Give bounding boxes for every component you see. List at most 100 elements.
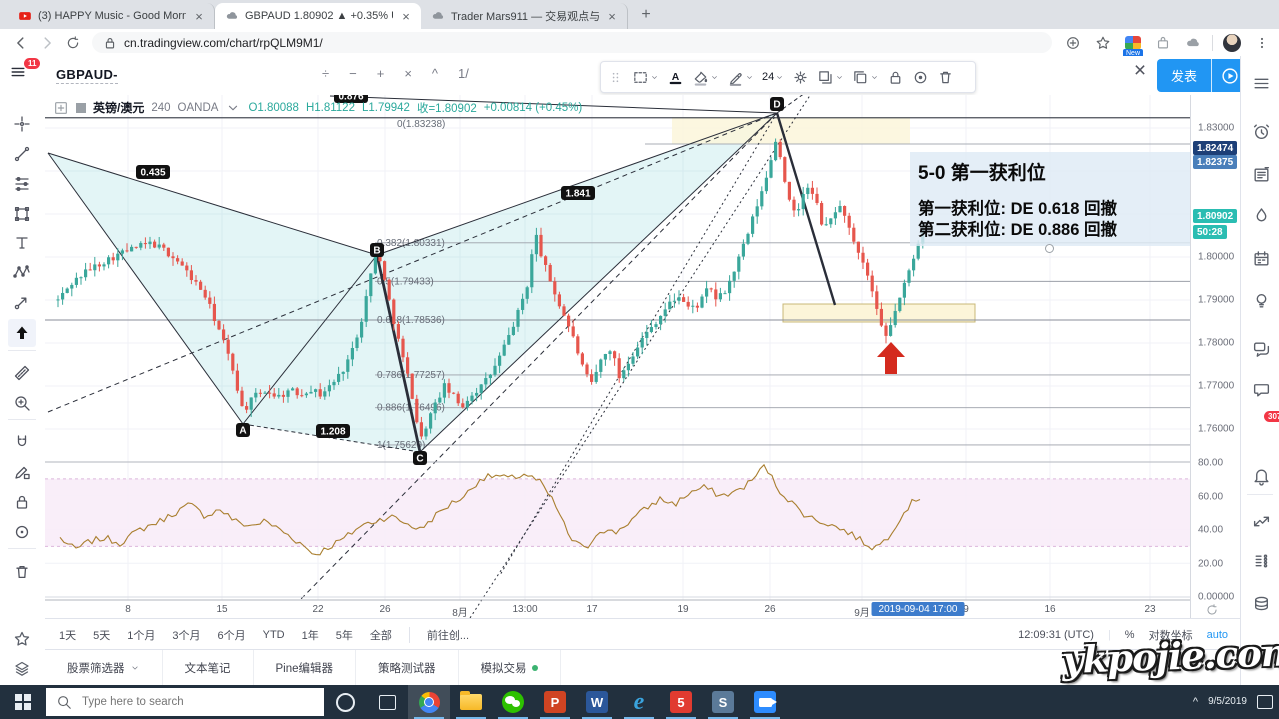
back-button[interactable] [8, 32, 34, 54]
taskbar-appS-icon[interactable]: S [702, 685, 744, 719]
chats-icon[interactable] [1248, 336, 1274, 362]
symbol-info-row[interactable]: 英镑/澳元 240 OANDA O1.80088 H1.81122 L1.799… [53, 99, 582, 116]
zoom-in-icon[interactable] [8, 389, 36, 417]
tab-tradingview-profile[interactable]: Trader Mars911 — 交易观点与趋× [421, 3, 628, 29]
time-axis[interactable]: 81522268月13:001719269月916232019-09-04 17… [45, 602, 1190, 618]
avatar[interactable] [1219, 32, 1245, 54]
chart-area[interactable]: 0(1.83238)0.382(1.80331)0.5(1.79433)0.61… [45, 95, 1190, 618]
address-bar[interactable]: cn.tradingview.com/chart/rpQLM9M1/ [92, 32, 1052, 53]
chart-style-icon[interactable] [76, 103, 86, 113]
watchlist-icon[interactable] [1248, 161, 1274, 187]
symbol-search-input[interactable]: GBPAUD- [56, 67, 118, 84]
tab-close-icon[interactable]: × [399, 10, 413, 23]
taskbar-word-icon[interactable]: W [576, 685, 618, 719]
taskbar-date[interactable]: 9/5/2019 [1208, 696, 1247, 708]
lock-small-icon[interactable] [885, 67, 906, 88]
target-icon[interactable] [910, 67, 931, 88]
symbol-name[interactable]: 英镑/澳元 [93, 99, 144, 116]
goto-date-button[interactable]: 前往创... [427, 627, 469, 643]
taskbar-app5-icon[interactable]: 5 [660, 685, 702, 719]
taskbar-wechat-icon[interactable] [492, 685, 534, 719]
stack-icon[interactable] [815, 67, 846, 88]
url-text[interactable]: cn.tradingview.com/chart/rpQLM9M1/ [124, 36, 323, 50]
lock-all-icon[interactable] [8, 488, 36, 516]
range-1年[interactable]: 1年 [302, 627, 319, 643]
bell-icon[interactable] [1248, 463, 1274, 489]
trash-icon[interactable] [8, 558, 36, 586]
shapes-icon[interactable] [8, 200, 36, 228]
panel-menu-icon[interactable] [1248, 70, 1274, 96]
grip-icon[interactable] [605, 67, 626, 88]
range-6个月[interactable]: 6个月 [218, 627, 246, 643]
new-tab-button[interactable]: + [634, 3, 658, 27]
price-badge[interactable]: 1.82474 [1193, 141, 1237, 155]
fib-retracement-icon[interactable] [8, 170, 36, 198]
reload-button[interactable] [60, 32, 86, 54]
trade-panel-icon[interactable] [1248, 508, 1274, 534]
tab-close-icon[interactable]: × [605, 10, 619, 23]
symbol-math-ops[interactable]: ÷−+×^1/ [322, 66, 469, 81]
dash-rect-icon[interactable] [630, 67, 661, 88]
task-view-button[interactable] [366, 685, 408, 719]
gear-icon[interactable] [790, 67, 811, 88]
circle-plus-icon[interactable] [1060, 32, 1086, 54]
math-op-÷[interactable]: ÷ [322, 66, 329, 81]
taskbar-search[interactable] [46, 688, 324, 716]
bookmark-star-icon[interactable] [1090, 32, 1116, 54]
panel-文本笔记[interactable]: 文本笔记 [163, 650, 254, 686]
range-1天[interactable]: 1天 [59, 627, 76, 643]
start-button[interactable] [0, 685, 46, 719]
star-icon[interactable] [8, 625, 36, 653]
idea-bulb-icon[interactable] [1248, 287, 1274, 313]
math-op-+[interactable]: + [377, 66, 385, 81]
taskbar-edge-icon[interactable]: e [618, 685, 660, 719]
notification-center-icon[interactable] [1257, 695, 1273, 709]
search-input[interactable] [80, 695, 284, 709]
xabcd-pattern-icon[interactable] [8, 258, 36, 286]
annotation-resize-handle[interactable] [1045, 244, 1054, 253]
hide-all-icon[interactable] [8, 518, 36, 546]
alarm-clock-icon[interactable] [1248, 118, 1274, 144]
math-op-×[interactable]: × [404, 66, 412, 81]
forecast-icon[interactable] [8, 289, 36, 317]
trend-line-icon[interactable] [8, 140, 36, 168]
coins-icon[interactable] [1248, 590, 1274, 616]
exchange-value[interactable]: OANDA [178, 102, 219, 114]
range-YTD[interactable]: YTD [263, 629, 285, 641]
extension-icon[interactable] [1150, 32, 1176, 54]
price-scale[interactable]: 1.830001.800001.790001.780001.770001.760… [1190, 95, 1241, 618]
marker-icon[interactable] [725, 67, 756, 88]
taskbar-explorer-icon[interactable] [450, 685, 492, 719]
panel-股票筛选器[interactable]: 股票筛选器 [45, 650, 163, 686]
text-tool-icon[interactable] [8, 229, 36, 257]
fill-bucket-icon[interactable] [690, 67, 721, 88]
chat-icon[interactable] [1248, 376, 1274, 402]
crosshair-icon[interactable] [8, 110, 36, 138]
kebab-menu-icon[interactable] [1249, 32, 1275, 54]
panel-策略测试器[interactable]: 策略测试器 [356, 650, 459, 686]
drawing-edit-lock-icon[interactable] [8, 458, 36, 486]
range-3个月[interactable]: 3个月 [172, 627, 200, 643]
chevron-down-icon[interactable] [225, 100, 241, 116]
tray-chevron-up-icon[interactable]: ^ [1193, 696, 1198, 708]
publish-button[interactable]: 发表 [1157, 59, 1211, 92]
extension-colored-icon[interactable]: New [1120, 32, 1146, 54]
cloud-sync-icon[interactable] [1180, 32, 1206, 54]
calendar-icon[interactable] [1248, 245, 1274, 271]
hotlists-icon[interactable] [1248, 202, 1274, 228]
trash-icon[interactable] [935, 67, 956, 88]
taskbar-zoom-icon[interactable] [744, 685, 786, 719]
price-badge[interactable]: 1.80902 [1193, 209, 1237, 223]
text-annotation-box[interactable]: 5-0 第一获利位 第一获利位: DE 0.618 回撤 第二获利位: DE 0… [910, 152, 1190, 246]
math-op-^[interactable]: ^ [432, 66, 438, 81]
interval-value[interactable]: 240 [151, 102, 170, 114]
range-5天[interactable]: 5天 [93, 627, 110, 643]
forward-button[interactable] [34, 32, 60, 54]
price-badge[interactable]: 1.82375 [1193, 155, 1237, 169]
panel-模拟交易[interactable]: 模拟交易 [459, 650, 561, 686]
tab-tradingview-chart[interactable]: GBPAUD 1.80902 ▲ +0.35% Unn× [215, 3, 421, 29]
ruler-icon[interactable] [8, 359, 36, 387]
text-color-icon[interactable]: A [665, 67, 686, 88]
arrow-marker-icon[interactable] [8, 319, 36, 347]
range-1个月[interactable]: 1个月 [127, 627, 155, 643]
